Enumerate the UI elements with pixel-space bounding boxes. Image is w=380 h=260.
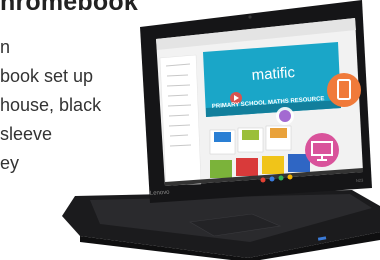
laptop-photo: Lenovo N23 matific PRIMARY SCHOOL MATHS … — [62, 0, 380, 260]
sidebar-panel — [159, 54, 202, 186]
monitor-icon — [305, 133, 339, 167]
model-label: N23 — [356, 177, 364, 183]
tablet-icon — [327, 73, 361, 107]
webcam — [248, 15, 252, 19]
banner-title: matific — [251, 64, 296, 84]
